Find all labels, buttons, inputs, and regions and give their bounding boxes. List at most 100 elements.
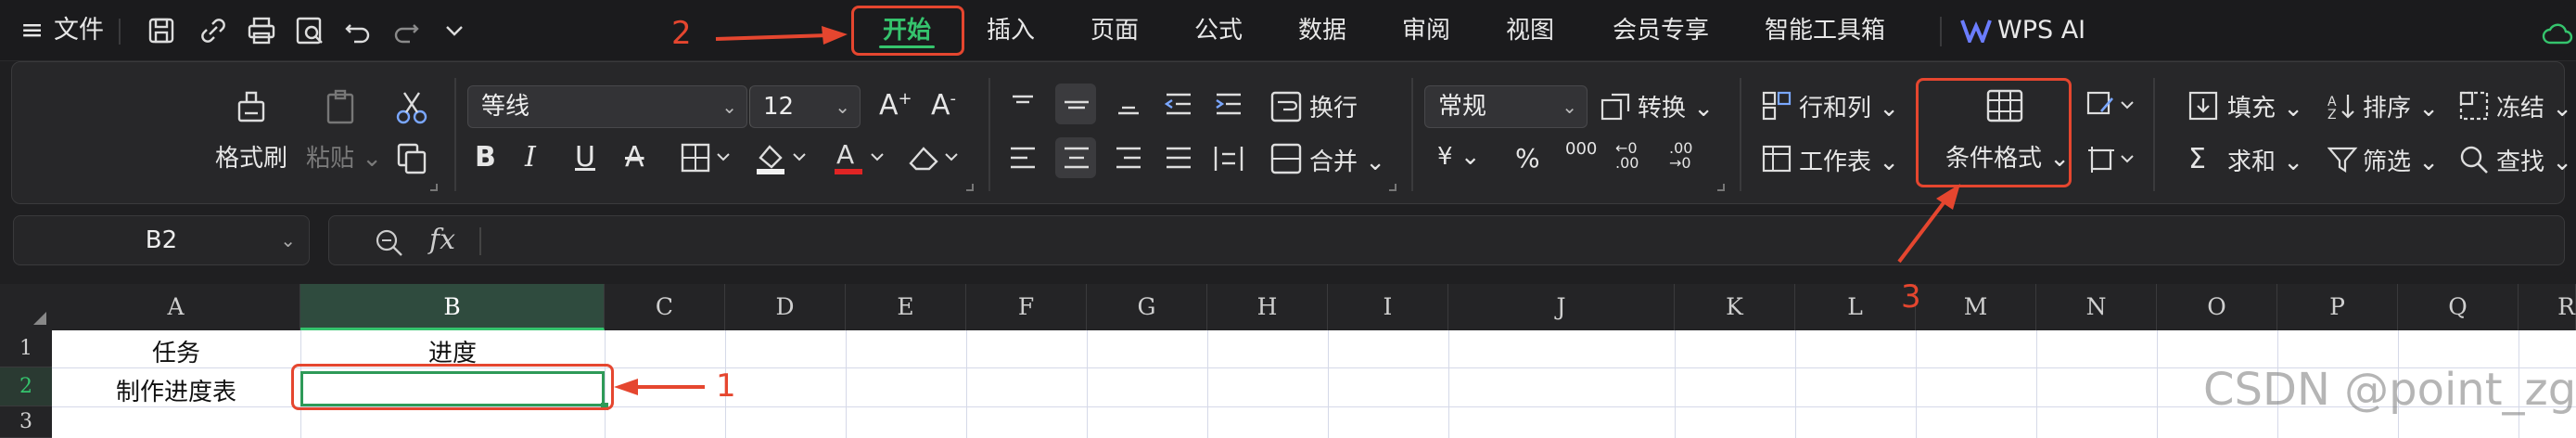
tab-insert[interactable]: 插入 <box>964 9 1057 52</box>
row-header[interactable]: 3 <box>0 406 52 438</box>
zoom-search-icon[interactable] <box>374 227 403 257</box>
hamburger-menu-icon[interactable]: ≡ <box>20 13 44 48</box>
column-header[interactable]: P <box>2277 284 2398 330</box>
column-header-selected[interactable]: B <box>300 284 605 330</box>
wrap-text-icon[interactable] <box>1270 91 1304 122</box>
font-color-icon[interactable]: A <box>831 139 888 176</box>
column-header[interactable]: I <box>1328 284 1448 330</box>
column-header[interactable]: E <box>846 284 966 330</box>
tab-view[interactable]: 视图 <box>1484 9 1576 52</box>
increase-decimal-icon[interactable]: ←0.00 <box>1615 141 1639 171</box>
column-header[interactable]: K <box>1675 284 1795 330</box>
border-icon[interactable] <box>681 143 733 174</box>
currency-button[interactable]: ¥ ⌄ <box>1437 143 1481 171</box>
rows-cols-button[interactable]: 行和列 ⌄ <box>1799 89 1899 123</box>
align-top-icon[interactable] <box>1007 91 1039 119</box>
italic-icon[interactable]: I <box>525 141 536 174</box>
chevron-down-icon[interactable] <box>438 14 471 47</box>
fill-color-icon[interactable] <box>753 139 810 176</box>
filter-icon[interactable] <box>2327 145 2359 174</box>
wrap-text-button[interactable]: 换行 <box>1309 89 1358 123</box>
cell-style-icon[interactable] <box>2086 91 2138 122</box>
sum-button[interactable]: 求和 ⌄ <box>2227 143 2303 177</box>
column-header[interactable]: D <box>725 284 846 330</box>
tab-data[interactable]: 数据 <box>1276 9 1369 52</box>
font-group-launcher-icon[interactable] <box>966 184 974 191</box>
column-header[interactable]: M <box>1916 284 2036 330</box>
freeze-button[interactable]: 冻结 ⌄ <box>2496 89 2572 123</box>
column-header[interactable]: O <box>2157 284 2277 330</box>
redo-icon[interactable] <box>389 14 423 47</box>
cloud-sync-icon[interactable] <box>2541 17 2573 46</box>
distributed-icon[interactable] <box>1213 145 1244 173</box>
increase-font-icon[interactable]: A+ <box>879 89 912 122</box>
align-right-icon[interactable] <box>1113 145 1144 173</box>
font-name-select[interactable]: 等线 ⌄ <box>467 85 747 128</box>
freeze-icon[interactable] <box>2459 91 2491 121</box>
column-header[interactable]: H <box>1207 284 1328 330</box>
insert-function-icon[interactable]: fx <box>429 224 455 256</box>
font-size-select[interactable]: 12 ⌄ <box>749 85 861 128</box>
file-menu[interactable]: 文件 <box>54 13 104 48</box>
column-header[interactable]: C <box>605 284 725 330</box>
row-header-selected[interactable]: 2 <box>0 367 52 406</box>
sort-button[interactable]: 排序 ⌄ <box>2363 89 2439 123</box>
rows-cols-icon[interactable] <box>1762 91 1793 121</box>
tab-member[interactable]: 会员专享 <box>1600 9 1721 52</box>
column-header[interactable]: J <box>1448 284 1675 330</box>
format-painter-label[interactable]: 格式刷 <box>215 139 287 174</box>
number-format-select[interactable]: 常规 ⌄ <box>1424 85 1588 128</box>
convert-icon[interactable] <box>1600 91 1632 121</box>
decrease-decimal-icon[interactable]: .00 →0 <box>1669 141 1692 171</box>
merge-button[interactable]: 合并 ⌄ <box>1309 143 1385 177</box>
worksheet-icon[interactable] <box>1762 145 1793 174</box>
tab-smart-toolbox[interactable]: 智能工具箱 <box>1753 9 1897 52</box>
percent-button[interactable]: % <box>1515 143 1540 174</box>
name-box[interactable]: B2 ⌄ <box>13 215 310 265</box>
cell-A2[interactable]: 制作进度表 <box>52 373 300 407</box>
fill-button[interactable]: 填充 ⌄ <box>2227 89 2303 123</box>
strikethrough-icon[interactable]: A <box>625 141 644 174</box>
filter-button[interactable]: 筛选 ⌄ <box>2363 143 2439 177</box>
share-icon[interactable] <box>197 14 230 47</box>
save-icon[interactable] <box>145 14 178 47</box>
find-button[interactable]: 查找 ⌄ <box>2496 143 2572 177</box>
thousands-separator-button[interactable]: 000 <box>1565 139 1597 159</box>
column-header[interactable]: L <box>1795 284 1916 330</box>
undo-icon[interactable] <box>341 14 375 47</box>
column-header[interactable]: R <box>2519 284 2576 330</box>
paste-icon[interactable] <box>321 87 362 128</box>
select-all-corner[interactable] <box>0 284 52 330</box>
print-icon[interactable] <box>245 14 278 47</box>
cut-icon[interactable] <box>393 89 430 126</box>
clear-format-icon[interactable] <box>905 141 963 174</box>
align-left-icon[interactable] <box>1007 145 1039 173</box>
cell-A1[interactable]: 任务 <box>52 334 300 368</box>
paste-label[interactable]: 粘贴 ⌄ <box>306 139 382 174</box>
align-bottom-icon[interactable] <box>1113 91 1144 119</box>
column-header[interactable]: N <box>2036 284 2157 330</box>
formula-input[interactable]: fx <box>328 215 2565 265</box>
column-header[interactable]: A <box>52 284 300 330</box>
cell-size-icon[interactable] <box>2086 145 2138 176</box>
justify-icon[interactable] <box>1163 145 1194 173</box>
tab-page[interactable]: 页面 <box>1068 9 1161 52</box>
column-header[interactable]: F <box>966 284 1087 330</box>
find-icon[interactable] <box>2459 145 2491 174</box>
column-header[interactable]: Q <box>2398 284 2519 330</box>
clipboard-group-launcher-icon[interactable] <box>430 184 438 191</box>
align-middle-icon[interactable] <box>1061 91 1092 119</box>
decrease-indent-icon[interactable] <box>1163 91 1194 119</box>
align-center-icon[interactable] <box>1061 145 1092 173</box>
bold-icon[interactable]: B <box>475 141 496 174</box>
merge-icon[interactable] <box>1270 143 1304 174</box>
fill-icon[interactable] <box>2188 91 2220 121</box>
alignment-group-launcher-icon[interactable] <box>1389 184 1396 191</box>
tab-review[interactable]: 审阅 <box>1380 9 1473 52</box>
copy-icon[interactable] <box>393 139 430 176</box>
underline-icon[interactable]: U <box>575 141 595 174</box>
worksheet-button[interactable]: 工作表 ⌄ <box>1799 143 1899 177</box>
decrease-font-icon[interactable]: A- <box>931 89 956 122</box>
row-header[interactable]: 1 <box>0 330 52 367</box>
sort-icon[interactable]: AZ <box>2327 91 2359 121</box>
